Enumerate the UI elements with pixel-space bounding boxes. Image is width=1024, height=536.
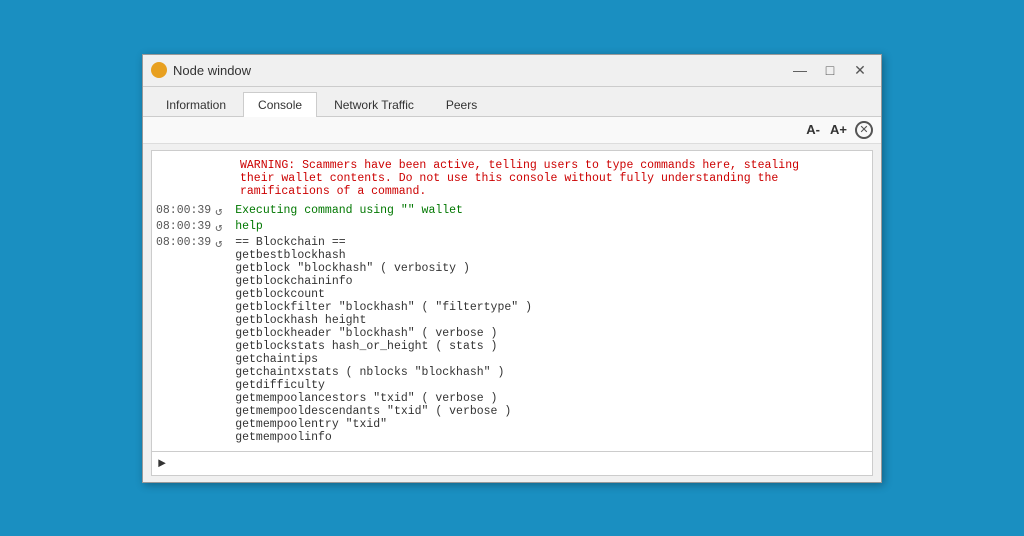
log-time-2: 08:00:39 xyxy=(156,220,215,233)
tab-console[interactable]: Console xyxy=(243,92,317,117)
node-window: Node window — □ ✕ Information Console Ne… xyxy=(142,54,882,483)
log-line-2: 08:00:39 ↺ help xyxy=(156,220,868,235)
log-line-1: 08:00:39 ↺ Executing command using "" wa… xyxy=(156,204,868,219)
console-output: WARNING: Scammers have been active, tell… xyxy=(152,151,872,451)
maximize-button[interactable]: □ xyxy=(817,60,843,80)
log-icon-2: ↺ xyxy=(215,220,235,235)
console-close-button[interactable]: ✕ xyxy=(855,121,873,139)
log-text-2: help xyxy=(235,220,263,233)
font-decrease-button[interactable]: A- xyxy=(804,122,822,137)
log-icon-3: ↺ xyxy=(215,236,235,251)
minimize-button[interactable]: — xyxy=(787,60,813,80)
title-bar-controls: — □ ✕ xyxy=(787,60,873,80)
close-button[interactable]: ✕ xyxy=(847,60,873,80)
window-title: Node window xyxy=(173,63,787,78)
tab-information[interactable]: Information xyxy=(151,92,241,117)
log-time-3: 08:00:39 xyxy=(156,236,215,249)
log-time-1: 08:00:39 xyxy=(156,204,215,217)
title-bar: Node window — □ ✕ xyxy=(143,55,881,87)
log-line-3: 08:00:39 ↺ == Blockchain == getbestblock… xyxy=(156,236,868,444)
window-icon xyxy=(151,62,167,78)
prompt-symbol: ► xyxy=(158,456,166,471)
console-warning: WARNING: Scammers have been active, tell… xyxy=(236,157,868,204)
font-increase-button[interactable]: A+ xyxy=(828,122,849,137)
console-input[interactable] xyxy=(170,456,866,470)
log-icon-1: ↺ xyxy=(215,204,235,219)
console-toolbar: A- A+ ✕ xyxy=(143,117,881,144)
tab-network-traffic[interactable]: Network Traffic xyxy=(319,92,429,117)
tab-peers[interactable]: Peers xyxy=(431,92,492,117)
tab-bar: Information Console Network Traffic Peer… xyxy=(143,87,881,117)
log-text-1: Executing command using "" wallet xyxy=(235,204,463,217)
console-area: WARNING: Scammers have been active, tell… xyxy=(151,150,873,476)
console-input-bar: ► xyxy=(152,451,872,475)
log-text-3: == Blockchain == getbestblockhash getblo… xyxy=(235,236,532,444)
